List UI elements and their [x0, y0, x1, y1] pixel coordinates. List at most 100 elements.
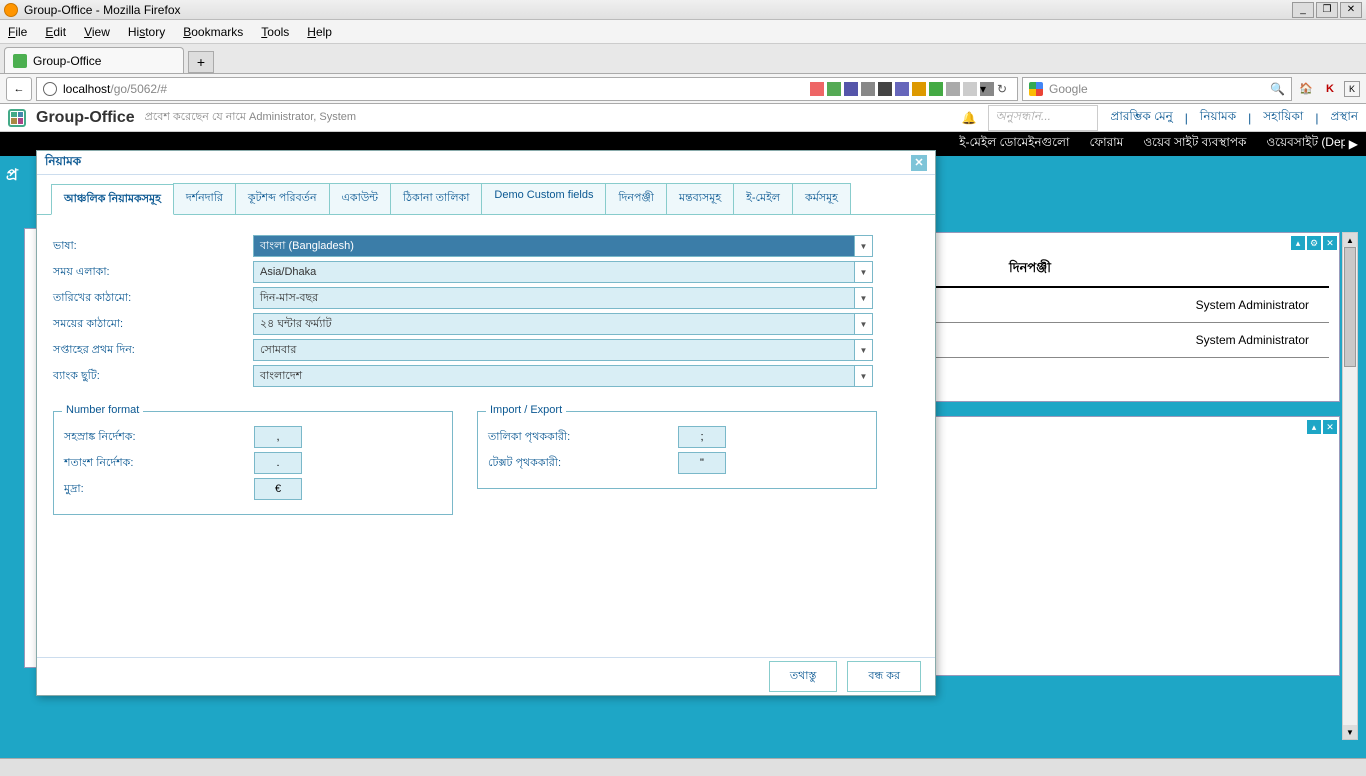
os-taskbar	[0, 758, 1366, 776]
timeformat-label: সময়ের কাঠামো:	[53, 315, 253, 334]
link-help[interactable]: সহায়িকা	[1263, 108, 1303, 128]
tab-tasks[interactable]: কর্মসমূহ	[792, 183, 851, 214]
dialog-titlebar: নিয়ামক ✕	[37, 151, 935, 175]
text-sep-label: টেক্সট পৃথককারী:	[488, 454, 678, 473]
tab-custom-fields[interactable]: Demo Custom fields	[481, 183, 606, 214]
url-path: /go/5062/#	[110, 82, 167, 96]
menu-history[interactable]: History	[128, 25, 165, 39]
close-window-button[interactable]: ✕	[1340, 2, 1362, 18]
bell-icon[interactable]: 🔔	[961, 111, 976, 125]
dialog-body: ভাষা: বাংলা (Bangladesh)▼ সময় এলাকা: As…	[37, 215, 935, 535]
timeformat-select[interactable]: ২৪ ঘন্টার ফর্ম্যাট▼	[253, 313, 873, 335]
tab-password[interactable]: কূটশব্দ পরিবর্তন	[235, 183, 330, 214]
link-settings[interactable]: নিয়ামক	[1200, 108, 1236, 128]
panel-settings-icon[interactable]: ⚙	[1307, 236, 1321, 250]
url-addon-icons: ▾↻	[810, 82, 1011, 96]
app-logo-icon	[8, 109, 26, 127]
browser-tab[interactable]: Group-Office	[4, 47, 184, 73]
apply-button[interactable]: তথাস্তু	[769, 661, 837, 692]
dateformat-select[interactable]: দিন-মাস-বছর▼	[253, 287, 873, 309]
search-placeholder: Google	[1049, 82, 1088, 96]
mod-website-manager[interactable]: ওয়েব সাইট ব্যবস্থাপক	[1143, 134, 1246, 154]
chevron-down-icon: ▼	[854, 288, 872, 308]
app-subtitle: প্রবেশ করেছেন যে নামে Administrator, Sys…	[145, 108, 356, 127]
firstday-select[interactable]: সোমবার▼	[253, 339, 873, 361]
home-icon[interactable]: 🏠	[1296, 79, 1316, 99]
modbar-scroll-right-icon[interactable]: ▶	[1345, 137, 1362, 151]
favicon-icon	[13, 54, 27, 68]
scroll-down-icon[interactable]: ▼	[1343, 725, 1357, 739]
timezone-select[interactable]: Asia/Dhaka▼	[253, 261, 873, 283]
tab-account[interactable]: একাউন্ট	[329, 183, 391, 214]
currency-label: মুদ্রা:	[64, 480, 254, 499]
maximize-button[interactable]: ❐	[1316, 2, 1338, 18]
panel-close-icon[interactable]: ✕	[1323, 236, 1337, 250]
menu-help[interactable]: Help	[307, 25, 332, 39]
scrollbar[interactable]: ▲ ▼	[1342, 232, 1358, 740]
menu-file[interactable]: File	[8, 25, 27, 39]
google-icon	[1029, 82, 1043, 96]
number-format-fieldset: Number format সহস্রাঙ্ক নির্দেশক: শতাংশ …	[53, 411, 453, 515]
mod-email-domains[interactable]: ই-মেইল ডোমেইনগুলো	[959, 134, 1069, 154]
window-title: Group-Office - Mozilla Firefox	[24, 3, 1292, 17]
addon-box-icon[interactable]: K	[1344, 81, 1360, 97]
decimal-sep-label: শতাংশ নির্দেশক:	[64, 454, 254, 473]
menu-edit[interactable]: Edit	[45, 25, 66, 39]
currency-input[interactable]	[254, 478, 302, 500]
close-button[interactable]: বন্ধ কর	[847, 661, 921, 692]
tab-comments[interactable]: মন্তব্যসমূহ	[666, 183, 734, 214]
browser-search-box[interactable]: Google 🔍	[1022, 77, 1292, 101]
list-sep-input[interactable]	[678, 426, 726, 448]
import-export-legend: Import / Export	[486, 404, 566, 416]
minimize-button[interactable]: _	[1292, 2, 1314, 18]
back-button[interactable]: ←	[6, 77, 32, 101]
globe-icon	[43, 82, 57, 96]
app-header: Group-Office প্রবেশ করেছেন যে নামে Admin…	[0, 104, 1366, 132]
chevron-down-icon: ▼	[854, 314, 872, 334]
chevron-down-icon: ▼	[854, 262, 872, 282]
panel-close-icon[interactable]: ✕	[1323, 420, 1337, 434]
menu-bookmarks[interactable]: Bookmarks	[183, 25, 243, 39]
addon-k-icon[interactable]: K	[1320, 79, 1340, 99]
menu-view[interactable]: View	[84, 25, 110, 39]
number-format-legend: Number format	[62, 404, 143, 416]
holiday-label: ব্যাংক ছুটি:	[53, 367, 253, 386]
chevron-down-icon: ▼	[854, 366, 872, 386]
panel-collapse-icon[interactable]: ▴	[1307, 420, 1321, 434]
browser-tab-label: Group-Office	[33, 54, 101, 68]
list-sep-label: তালিকা পৃথককারী:	[488, 428, 678, 447]
mod-forum[interactable]: ফোরাম	[1089, 134, 1123, 154]
text-sep-input[interactable]	[678, 452, 726, 474]
tab-regional[interactable]: আঞ্চলিক নিয়ামকসমূহ	[51, 184, 174, 215]
panel-collapse-icon[interactable]: ▴	[1291, 236, 1305, 250]
chevron-down-icon: ▼	[854, 340, 872, 360]
firefox-icon	[4, 3, 18, 17]
language-label: ভাষা:	[53, 237, 253, 256]
app-search-input[interactable]: অনুসন্ধান...	[988, 105, 1098, 131]
dialog-title: নিয়ামক	[45, 153, 81, 173]
link-start-menu[interactable]: প্রারম্ভিক মেনু	[1110, 108, 1172, 128]
tab-lookfeel[interactable]: দর্শনদারি	[173, 183, 236, 214]
new-tab-button[interactable]: +	[188, 51, 214, 73]
tab-calendar[interactable]: দিনপঞ্জী	[605, 183, 667, 214]
thousand-sep-input[interactable]	[254, 426, 302, 448]
scroll-thumb[interactable]	[1344, 247, 1356, 367]
menubar: File Edit View History Bookmarks Tools H…	[0, 20, 1366, 44]
language-select[interactable]: বাংলা (Bangladesh)▼	[253, 235, 873, 257]
holiday-select[interactable]: বাংলাদেশ▼	[253, 365, 873, 387]
dialog-footer: তথাস্তু বন্ধ কর	[37, 657, 935, 695]
dialog-close-button[interactable]: ✕	[911, 155, 927, 171]
link-logout[interactable]: প্রস্থান	[1330, 108, 1358, 128]
decimal-sep-input[interactable]	[254, 452, 302, 474]
menu-tools[interactable]: Tools	[261, 25, 289, 39]
scroll-up-icon[interactable]: ▲	[1343, 233, 1357, 247]
firstday-label: সপ্তাহের প্রথম দিন:	[53, 341, 253, 360]
chevron-down-icon: ▼	[854, 236, 872, 256]
tab-email[interactable]: ই-মেইল	[733, 183, 793, 214]
url-field[interactable]: localhost/go/5062/# ▾↻	[36, 77, 1018, 101]
tab-addressbook[interactable]: ঠিকানা তালিকা	[390, 183, 482, 214]
dateformat-label: তারিখের কাঠামো:	[53, 289, 253, 308]
thousand-sep-label: সহস্রাঙ্ক নির্দেশক:	[64, 428, 254, 447]
settings-dialog: নিয়ামক ✕ আঞ্চলিক নিয়ামকসমূহ দর্শনদারি …	[36, 150, 936, 696]
url-host: localhost	[63, 82, 110, 96]
